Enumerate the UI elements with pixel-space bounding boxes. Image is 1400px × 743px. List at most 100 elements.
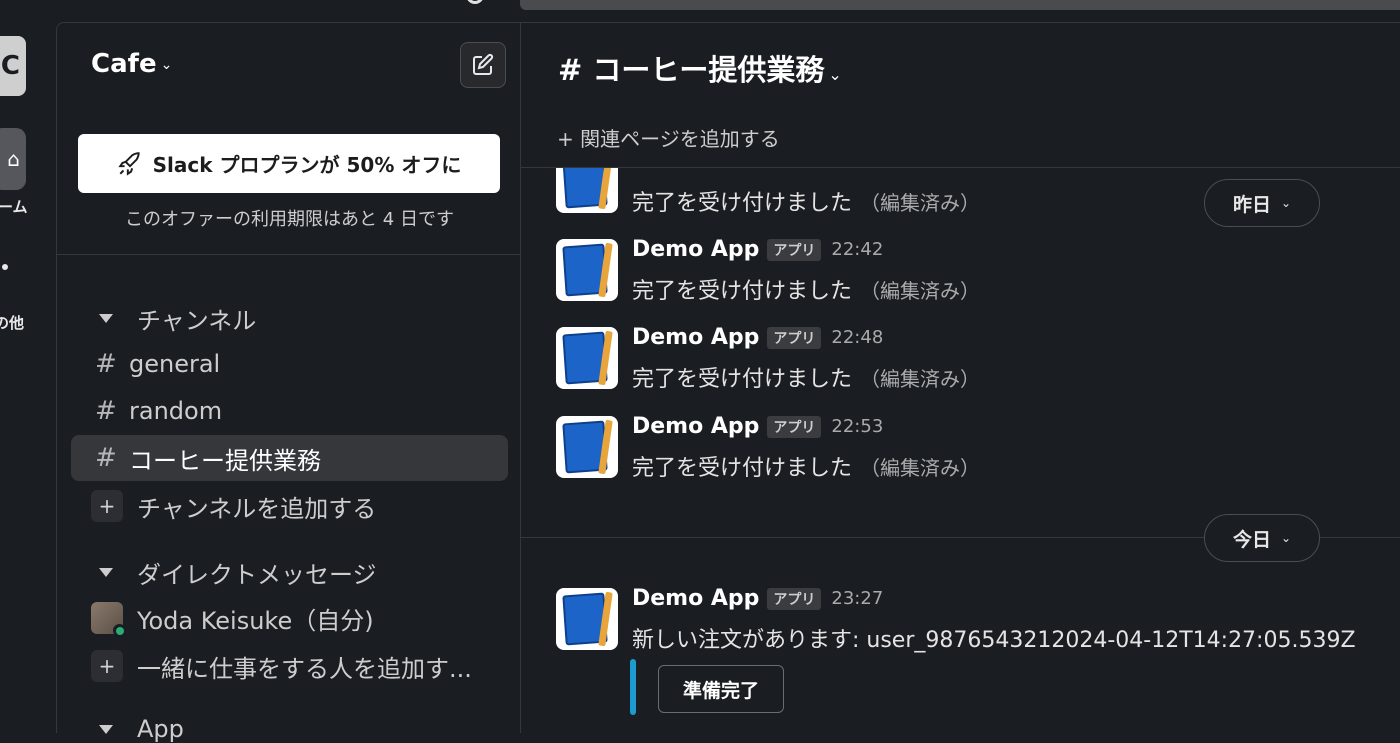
compose-icon [473, 53, 494, 75]
add-people-item[interactable]: + 一緒に仕事をする人を追加す... [71, 643, 508, 689]
date-label: 今日 [1232, 528, 1271, 551]
channel-header: # コーヒー提供業務 ⌄ + 関連ページを追加する [521, 23, 1400, 168]
message-item: Demo App アプリ 23:27 新しい注文があります: user_9876… [556, 586, 1376, 656]
channel-label: コーヒー提供業務 [129, 446, 321, 475]
app-avatar[interactable] [556, 239, 618, 301]
status-online-icon [113, 624, 126, 637]
edited-label: （編集済み） [860, 279, 981, 303]
message-body: 完了を受け付けました [632, 279, 853, 304]
workspace-name-label: Cafe [91, 49, 157, 79]
message-body: 完了を受け付けました [632, 191, 853, 216]
message-text: 完了を受け付けました （編集済み） [632, 273, 980, 305]
message-meta: Demo App アプリ 22:53 [632, 414, 883, 439]
edited-label: （編集済み） [860, 456, 981, 480]
edited-label: （編集済み） [860, 191, 981, 215]
rail-more-label: の他 [0, 314, 25, 332]
plus-icon: + [91, 650, 123, 682]
message-item: Demo App アプリ 22:42 完了を受け付けました （編集済み） [556, 237, 1376, 307]
channel-pane: # コーヒー提供業務⌄ + 関連ページを追加する 完了を受け付けました（編集済み… [521, 22, 1400, 733]
app-avatar[interactable] [556, 416, 618, 478]
message-text: 完了を受け付けました （編集済み） [632, 450, 980, 482]
avatar [91, 602, 126, 637]
rocket-icon [118, 151, 140, 176]
app-badge: アプリ [767, 326, 822, 349]
more-dots-icon[interactable] [2, 264, 8, 270]
search-bar[interactable] [520, 0, 1400, 10]
message-body: 完了を受け付けました [632, 367, 853, 392]
add-people-label: 一緒に仕事をする人を追加す... [137, 654, 472, 683]
sidebar-item-random[interactable]: # random [71, 388, 508, 434]
section-dms[interactable]: ダイレクトメッセージ [99, 555, 377, 590]
app-avatar[interactable] [556, 327, 618, 389]
compose-button[interactable] [460, 42, 506, 88]
help-icon[interactable] [466, 0, 484, 4]
app-badge: アプリ [767, 238, 822, 261]
sidebar-divider [57, 254, 522, 255]
section-dms-label: ダイレクトメッセージ [137, 561, 377, 589]
message-meta: Demo App アプリ 22:48 [632, 325, 883, 350]
message-text: 完了を受け付けました （編集済み） [632, 185, 980, 217]
message-meta: Demo App アプリ 23:27 [632, 586, 883, 611]
app-badge: アプリ [767, 587, 822, 610]
caret-down-icon [99, 314, 113, 323]
sender-name[interactable]: Demo App [632, 414, 759, 439]
timestamp[interactable]: 22:42 [831, 239, 883, 260]
plus-icon: + [91, 490, 123, 522]
hash-icon: # [95, 349, 117, 379]
promo-subtext: このオファーの利用期限はあと 4 日です [125, 209, 454, 230]
chevron-down-icon: ⌄ [160, 56, 173, 73]
dm-item-self[interactable]: Yoda Keisuke（自分) [71, 595, 508, 641]
timestamp[interactable]: 23:27 [831, 588, 883, 609]
rail-home-label: ーム [0, 198, 28, 216]
chevron-down-icon: ⌄ [828, 65, 842, 84]
caret-down-icon [99, 724, 113, 734]
section-channels[interactable]: チャンネル [99, 301, 256, 336]
workspace-name[interactable]: Cafe ⌄ [91, 49, 172, 79]
section-channels-label: チャンネル [137, 307, 257, 335]
workspace-icon[interactable]: C [0, 36, 26, 96]
sender-name[interactable]: Demo App [632, 237, 759, 262]
channel-label: general [129, 350, 221, 378]
message-item: Demo App アプリ 22:53 完了を受け付けました （編集済み） [556, 414, 1376, 484]
caret-down-icon [99, 568, 113, 577]
sidebar-item-general[interactable]: # general [71, 341, 508, 387]
home-icon[interactable]: ⌂ [0, 128, 26, 190]
timestamp[interactable]: 22:53 [831, 416, 883, 437]
edited-label: （編集済み） [860, 367, 981, 391]
section-apps-label: App [137, 715, 184, 743]
hash-icon: # [95, 396, 117, 426]
ready-complete-button[interactable]: 準備完了 [658, 665, 784, 713]
top-bar [0, 0, 1400, 22]
channel-title-label: # コーヒー提供業務 [558, 53, 825, 87]
dm-label: Yoda Keisuke（自分) [137, 606, 374, 635]
sidebar-item-coffee[interactable]: # コーヒー提供業務 [71, 435, 508, 481]
sidebar: Cafe ⌄ Slack プロプランが 50% オフに このオファーの利用期限はあ… [56, 22, 522, 743]
sender-name[interactable]: Demo App [632, 586, 759, 611]
app-avatar[interactable] [556, 588, 618, 650]
message-text: 完了を受け付けました （編集済み） [632, 361, 980, 393]
add-channel-label: チャンネルを追加する [137, 494, 377, 523]
message-meta: Demo App アプリ 22:42 [632, 237, 883, 262]
date-jump-yesterday[interactable]: 昨日 ⌄ [1204, 179, 1320, 227]
add-bookmark-link[interactable]: + 関連ページを追加する [557, 123, 780, 152]
app-badge: アプリ [767, 415, 822, 438]
section-apps[interactable]: App [99, 715, 184, 743]
timestamp[interactable]: 22:48 [831, 327, 883, 348]
sender-name[interactable]: Demo App [632, 325, 759, 350]
message-item: Demo App アプリ 22:48 完了を受け付けました （編集済み） [556, 325, 1376, 395]
promo-label: Slack プロプランが 50% オフに [152, 153, 462, 177]
hash-icon: # [95, 443, 117, 473]
attachment-accent-bar [630, 659, 636, 715]
chevron-down-icon: ⌄ [1280, 531, 1292, 545]
date-jump-today[interactable]: 今日 ⌄ [1204, 514, 1320, 562]
channel-title[interactable]: # コーヒー提供業務⌄ [558, 47, 842, 89]
chevron-down-icon: ⌄ [1280, 196, 1292, 210]
date-label: 昨日 [1232, 193, 1271, 216]
message-body: 新しい注文があります: user_9876543212024-04-12T14:… [632, 628, 1356, 653]
header-divider [521, 167, 1400, 168]
add-channel-item[interactable]: + チャンネルを追加する [71, 483, 508, 529]
message-body: 完了を受け付けました [632, 456, 853, 481]
promo-button[interactable]: Slack プロプランが 50% オフに [78, 134, 500, 193]
workspace-rail: C ⌂ ーム の他 [0, 22, 56, 733]
channel-label: random [129, 397, 223, 425]
